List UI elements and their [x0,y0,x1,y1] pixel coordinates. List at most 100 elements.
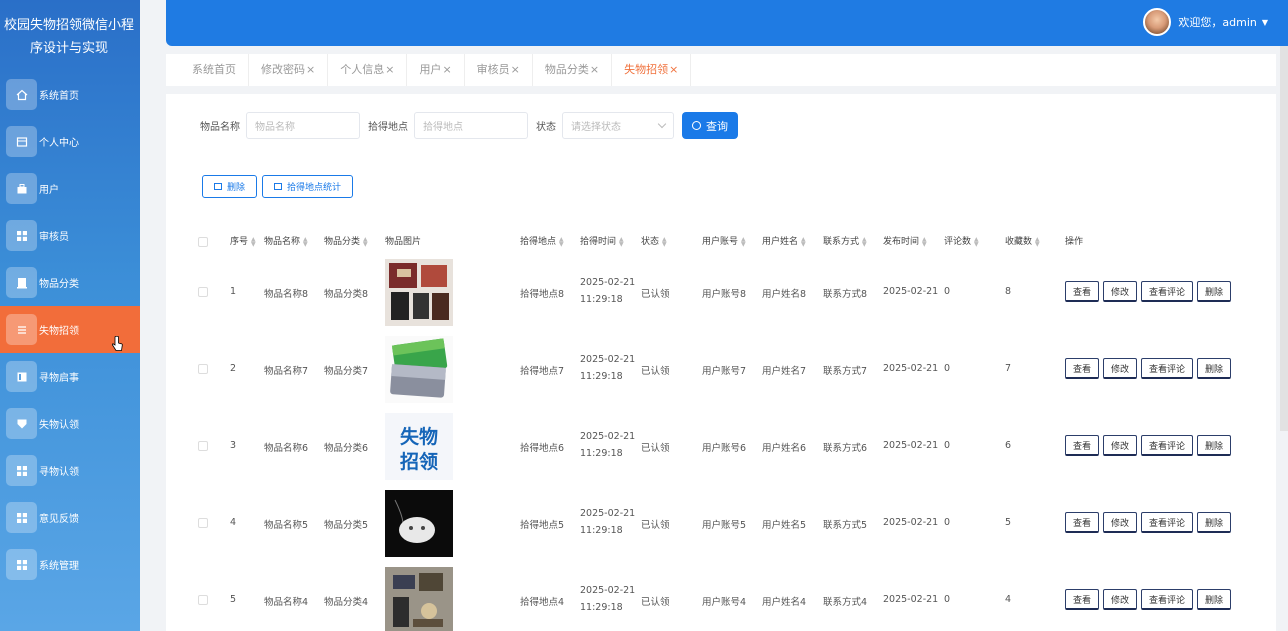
sidebar-item-1[interactable]: 个人中心 [0,118,140,165]
view-button[interactable]: 查看 [1065,589,1100,610]
close-icon[interactable]: × [669,63,678,76]
delete-button[interactable]: 删除 [1197,281,1232,302]
sidebar-item-9[interactable]: 意见反馈 [0,494,140,541]
scrollbar[interactable] [1280,46,1288,431]
item-image[interactable] [385,259,453,326]
view-button[interactable]: 查看 [1065,281,1100,302]
query-button[interactable]: 查询 [682,112,738,139]
close-icon[interactable]: × [385,63,394,76]
poster-text-1: 失物 [400,425,438,448]
contact-info: 联系方式8 [823,289,868,300]
sort-icon[interactable]: ▲ ▼ [1035,236,1040,247]
edit-button[interactable]: 修改 [1103,512,1138,533]
row-checkbox[interactable] [198,595,208,605]
found-time: 11:29:18 [580,602,623,613]
sort-icon[interactable]: ▲ ▼ [303,236,308,247]
sort-icon[interactable]: ▲ ▼ [741,236,746,247]
hand-cursor-icon [112,336,123,351]
column-header-1[interactable]: 物品名称 ▲ ▼ [264,234,308,247]
close-icon[interactable]: × [306,63,315,76]
status-select[interactable]: 请选择状态 [562,112,674,139]
sort-icon[interactable]: ▲ ▼ [974,236,979,247]
column-header-label: 物品图片 [385,237,422,247]
close-icon[interactable]: × [590,63,599,76]
tab-1[interactable]: 修改密码× [249,54,329,86]
tab-5[interactable]: 物品分类× [533,54,613,86]
name-input[interactable]: 物品名称 [246,112,360,139]
tab-3[interactable]: 用户× [407,54,465,86]
item-category: 物品分类8 [324,289,369,300]
column-header-8[interactable]: 用户姓名 ▲ ▼ [762,234,806,247]
view-comments-button[interactable]: 查看评论 [1141,358,1194,379]
sidebar-item-6[interactable]: 寻物启事 [0,353,140,400]
tab-4[interactable]: 审核员× [465,54,533,86]
caret-down-icon[interactable]: ▼ [1262,18,1268,27]
column-header-12[interactable]: 收藏数 ▲ ▼ [1005,234,1040,247]
sort-icon[interactable]: ▲ ▼ [619,236,624,247]
item-image[interactable]: 失物 招领 [385,413,453,480]
view-button[interactable]: 查看 [1065,512,1100,533]
sidebar-item-8[interactable]: 寻物认领 [0,447,140,494]
sort-icon[interactable]: ▲ ▼ [559,236,564,247]
view-comments-button[interactable]: 查看评论 [1141,281,1194,302]
item-image[interactable] [385,490,453,557]
sort-icon[interactable]: ▲ ▼ [862,236,867,247]
select-all-checkbox[interactable] [198,237,208,247]
sort-icon[interactable]: ▲ ▼ [363,236,368,247]
sidebar-item-3[interactable]: 审核员 [0,212,140,259]
delete-button[interactable]: 删除 [1197,358,1232,379]
sidebar-item-10[interactable]: 系统管理 [0,541,140,588]
found-place: 拾得地点5 [520,520,565,531]
view-comments-button[interactable]: 查看评论 [1141,435,1194,456]
row-checkbox[interactable] [198,518,208,528]
column-header-4[interactable]: 拾得地点 ▲ ▼ [520,234,564,247]
sidebar-item-0[interactable]: 系统首页 [0,71,140,118]
comment-count: 0 [944,286,951,297]
column-header-10[interactable]: 发布时间 ▲ ▼ [883,234,927,247]
view-comments-button[interactable]: 查看评论 [1141,589,1194,610]
column-header-2[interactable]: 物品分类 ▲ ▼ [324,234,368,247]
sort-icon[interactable]: ▲ ▼ [662,236,667,247]
column-header-11[interactable]: 评论数 ▲ ▼ [944,234,979,247]
view-comments-button[interactable]: 查看评论 [1141,512,1194,533]
place-label: 拾得地点 [368,122,408,133]
user-menu[interactable]: 欢迎您，admin ▼ [1143,8,1268,36]
sidebar-item-5[interactable]: 失物招领 [0,306,140,353]
sort-icon[interactable]: ▲ ▼ [922,236,927,247]
delete-button[interactable]: 删除 [1197,512,1232,533]
place-input[interactable]: 拾得地点 [414,112,528,139]
tab-0[interactable]: 系统首页 [180,54,249,86]
column-header-7[interactable]: 用户账号 ▲ ▼ [702,234,746,247]
view-button[interactable]: 查看 [1065,435,1100,456]
item-image[interactable] [385,567,453,631]
row-checkbox[interactable] [198,364,208,374]
column-header-label: 收藏数 [1005,237,1033,247]
batch-delete-button[interactable]: 删除 [202,175,258,198]
column-header-5[interactable]: 拾得时间 ▲ ▼ [580,234,624,247]
sort-icon[interactable]: ▲ ▼ [251,236,256,247]
tab-2[interactable]: 个人信息× [328,54,408,86]
avatar[interactable] [1143,8,1172,36]
item-image[interactable] [385,336,453,403]
row-checkbox[interactable] [198,287,208,297]
column-header-6[interactable]: 状态 ▲ ▼ [641,234,667,247]
delete-button[interactable]: 删除 [1197,589,1232,610]
edit-button[interactable]: 修改 [1103,589,1138,610]
column-header-0[interactable]: 序号 ▲ ▼ [230,234,256,247]
close-icon[interactable]: × [511,63,520,76]
view-button[interactable]: 查看 [1065,358,1100,379]
column-header-9[interactable]: 联系方式 ▲ ▼ [823,234,867,247]
place-stats-button[interactable]: 拾得地点统计 [262,175,354,198]
close-icon[interactable]: × [442,63,451,76]
edit-button[interactable]: 修改 [1103,281,1138,302]
delete-button[interactable]: 删除 [1197,435,1232,456]
tab-6[interactable]: 失物招领× [612,54,692,86]
edit-button[interactable]: 修改 [1103,358,1138,379]
sidebar-item-4[interactable]: 物品分类 [0,259,140,306]
item-category: 物品分类4 [324,597,369,608]
sidebar-item-7[interactable]: 失物认领 [0,400,140,447]
sidebar-item-2[interactable]: 用户 [0,165,140,212]
row-checkbox[interactable] [198,441,208,451]
edit-button[interactable]: 修改 [1103,435,1138,456]
sort-icon[interactable]: ▲ ▼ [801,236,806,247]
